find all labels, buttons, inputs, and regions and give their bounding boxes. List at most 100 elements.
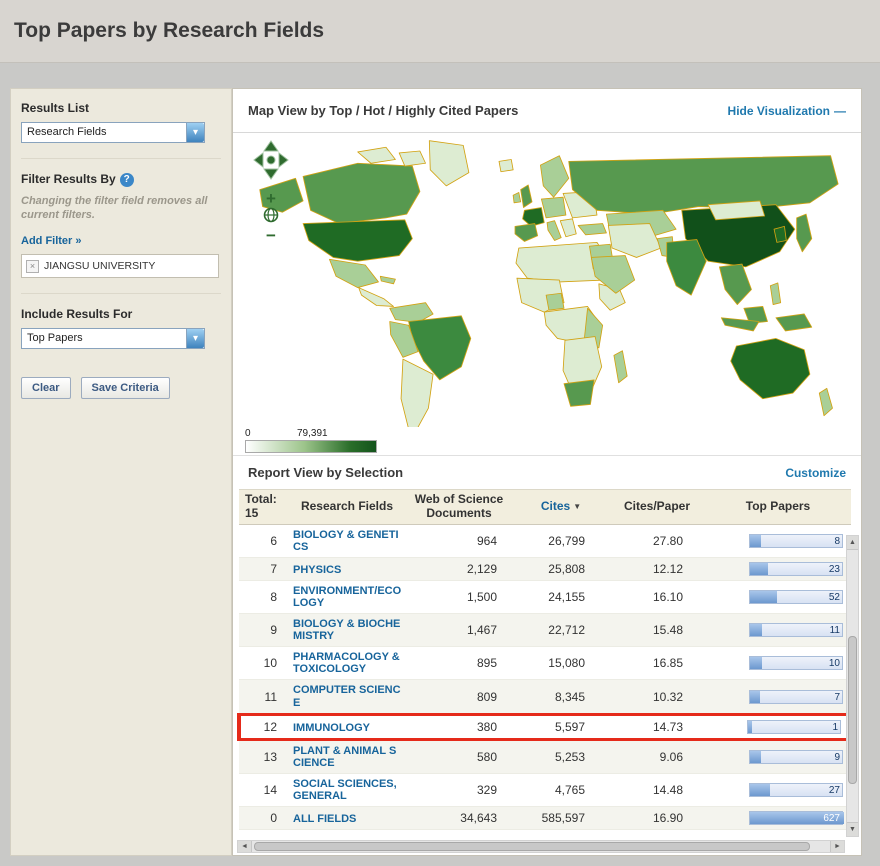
map-region[interactable] [719, 264, 751, 305]
top-papers-bar[interactable]: 8 [749, 534, 843, 548]
field-cell: IMMUNOLOGY [289, 714, 405, 739]
map-region[interactable] [303, 220, 412, 261]
help-icon[interactable]: ? [120, 173, 134, 187]
map-region[interactable] [329, 259, 378, 287]
top-papers-bar[interactable]: 9 [749, 750, 843, 764]
field-link[interactable]: IMMUNOLOGY [293, 722, 370, 734]
horizontal-scrollbar[interactable]: ◄ ► [237, 840, 845, 853]
scroll-right-icon[interactable]: ► [830, 841, 844, 852]
top-papers-bar[interactable]: 7 [749, 690, 843, 704]
map-region[interactable] [303, 163, 420, 223]
legend-max-label: 79,391 [297, 428, 328, 439]
clear-button[interactable]: Clear [21, 377, 71, 399]
map-region[interactable] [546, 293, 564, 310]
top-papers-bar[interactable]: 52 [749, 590, 843, 604]
map-region[interactable] [708, 201, 765, 220]
map-region[interactable] [560, 219, 576, 237]
table-row: 6BIOLOGY & GENETICS96426,79927.808 [239, 524, 851, 557]
zoom-out-icon[interactable]: − [251, 229, 291, 243]
save-criteria-button[interactable]: Save Criteria [81, 377, 170, 399]
field-link[interactable]: COMPUTER SCIENCE [293, 684, 403, 708]
map-region[interactable] [819, 388, 832, 415]
customize-link[interactable]: Customize [785, 466, 846, 480]
hide-visualization-link[interactable]: Hide Visualization— [728, 104, 846, 118]
world-map[interactable]: + − 0 79,391 [233, 133, 861, 455]
field-link[interactable]: SOCIAL SCIENCES, GENERAL [293, 778, 403, 802]
map-region[interactable] [499, 159, 513, 171]
chevron-down-icon[interactable]: ▾ [186, 329, 204, 348]
col-cites[interactable]: Cites▼ [513, 490, 609, 525]
field-link[interactable]: PHARMACOLOGY & TOXICOLOGY [293, 651, 403, 675]
docs-cell: 34,643 [405, 807, 513, 830]
scroll-down-icon[interactable]: ▼ [847, 822, 858, 836]
field-link[interactable]: BIOLOGY & BIOCHEMISTRY [293, 618, 403, 642]
zoom-in-icon[interactable]: + [251, 192, 291, 206]
cites-per-paper-cell: 15.48 [609, 614, 705, 647]
top-papers-bar[interactable]: 11 [749, 623, 843, 637]
map-region[interactable] [513, 192, 521, 202]
vertical-scrollbar[interactable]: ▲ ▼ [846, 535, 859, 837]
map-region[interactable] [667, 240, 707, 296]
top-papers-bar[interactable]: 627 [749, 811, 843, 825]
map-region[interactable] [547, 221, 561, 241]
map-region[interactable] [521, 185, 532, 208]
vertical-scroll-thumb[interactable] [848, 636, 857, 784]
map-region[interactable] [770, 283, 780, 305]
map-region[interactable] [429, 141, 469, 186]
horizontal-scroll-thumb[interactable] [254, 842, 810, 851]
top-papers-cell: 11 [705, 614, 851, 647]
top-papers-cell: 52 [705, 580, 851, 613]
top-papers-bar[interactable]: 27 [749, 783, 843, 797]
field-link[interactable]: PHYSICS [293, 564, 341, 576]
top-papers-cell: 23 [705, 557, 851, 580]
field-cell: SOCIAL SCIENCES, GENERAL [289, 773, 405, 806]
results-list-dropdown[interactable]: Research Fields ▾ [21, 122, 205, 143]
rank-cell: 13 [239, 739, 289, 773]
map-region[interactable] [591, 256, 634, 294]
top-papers-bar[interactable]: 10 [749, 656, 843, 670]
map-pan-control[interactable] [252, 139, 290, 181]
map-region[interactable] [401, 359, 433, 427]
chevron-down-icon[interactable]: ▾ [186, 123, 204, 142]
rank-cell: 12 [239, 714, 289, 739]
add-filter-link[interactable]: Add Filter » [21, 235, 82, 247]
map-region[interactable] [776, 314, 812, 331]
hide-visualization-label: Hide Visualization [728, 104, 830, 118]
map-region[interactable] [515, 224, 538, 242]
map-region[interactable] [540, 156, 568, 197]
scroll-up-icon[interactable]: ▲ [847, 536, 858, 550]
filter-tag-label: JIANGSU UNIVERSITY [44, 260, 155, 272]
top-papers-bar[interactable]: 1 [747, 720, 841, 734]
main-panel: Map View by Top / Hot / Highly Cited Pap… [232, 88, 862, 856]
map-region[interactable] [541, 197, 565, 218]
map-region[interactable] [569, 156, 838, 214]
map-region[interactable] [797, 214, 812, 252]
cites-cell: 8,345 [513, 680, 609, 714]
globe-icon[interactable] [251, 207, 291, 228]
map-region[interactable] [358, 147, 396, 163]
remove-filter-icon[interactable]: × [26, 260, 39, 273]
col-cites-per-paper: Cites/Paper [609, 490, 705, 525]
field-link[interactable]: PLANT & ANIMAL SCIENCE [293, 745, 403, 769]
docs-cell: 895 [405, 647, 513, 680]
world-map-svg[interactable] [237, 135, 859, 427]
top-papers-value: 627 [823, 812, 840, 825]
map-region[interactable] [614, 351, 627, 383]
field-link[interactable]: BIOLOGY & GENETICS [293, 529, 403, 553]
map-region[interactable] [564, 380, 594, 406]
sort-cites-link[interactable]: Cites▼ [541, 499, 581, 513]
top-papers-bar[interactable]: 23 [749, 562, 843, 576]
table-row: 11COMPUTER SCIENCE8098,34510.327 [239, 680, 851, 714]
include-results-dropdown[interactable]: Top Papers ▾ [21, 328, 205, 349]
field-link[interactable]: ENVIRONMENT/ECOLOGY [293, 585, 403, 609]
map-region[interactable] [380, 276, 395, 284]
field-link[interactable]: ALL FIELDS [293, 813, 356, 825]
col-documents: Web of Science Documents [405, 490, 513, 525]
scroll-left-icon[interactable]: ◄ [238, 841, 252, 852]
map-region[interactable] [359, 288, 394, 307]
cites-per-paper-cell: 14.73 [609, 714, 705, 739]
map-region[interactable] [731, 338, 810, 398]
map-region[interactable] [399, 151, 425, 166]
cites-cell: 22,712 [513, 614, 609, 647]
map-region[interactable] [578, 224, 606, 235]
